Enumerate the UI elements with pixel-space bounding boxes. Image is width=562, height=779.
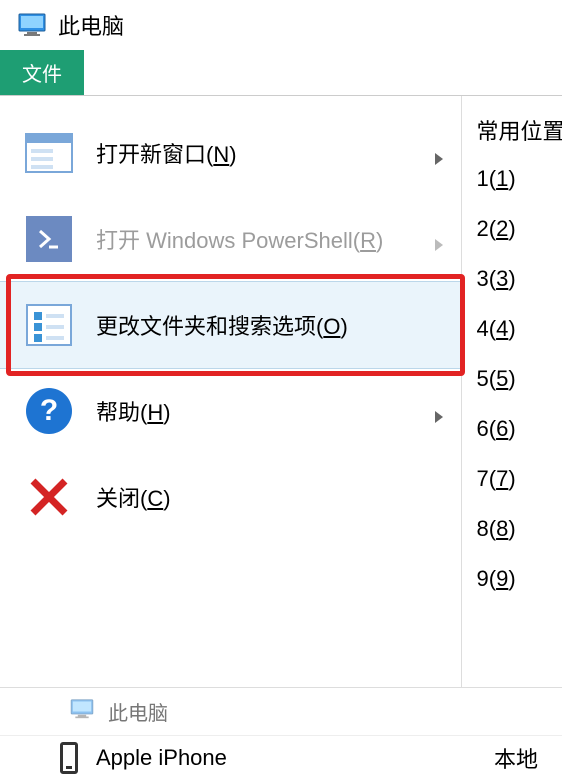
close-icon xyxy=(22,470,76,524)
nav-tree[interactable]: 此电脑 xyxy=(0,687,562,735)
phone-icon xyxy=(60,742,78,774)
frequent-item-6[interactable]: 6(6) xyxy=(476,404,562,454)
menu-item-label: 打开新窗口(N) xyxy=(96,137,433,169)
frequent-item-5[interactable]: 5(5) xyxy=(476,354,562,404)
menu-item-label: 更改文件夹和搜索选项(O) xyxy=(96,309,447,341)
menu-item-folder-search-options[interactable]: 更改文件夹和搜索选项(O) xyxy=(0,282,461,368)
frequent-item-7[interactable]: 7(7) xyxy=(476,454,562,504)
frequent-places-pane: 常用位置 1(1) 2(2) 3(3) 4(4) 5(5) 6(6) 7(7) … xyxy=(462,96,562,687)
frequent-item-8[interactable]: 8(8) xyxy=(476,504,562,554)
menu-item-open-new-window[interactable]: 打开新窗口(N) xyxy=(0,110,461,196)
powershell-icon xyxy=(22,212,76,266)
frequent-item-9[interactable]: 9(9) xyxy=(476,554,562,604)
frequent-item-3[interactable]: 3(3) xyxy=(476,254,562,304)
menu-item-label: 打开 Windows PowerShell(R) xyxy=(96,223,433,255)
menu-item-close[interactable]: 关闭(C) xyxy=(0,454,461,540)
section-label-local: 本地 xyxy=(494,742,538,774)
options-icon xyxy=(22,298,76,352)
chevron-right-icon xyxy=(433,404,447,418)
file-menu-dropdown: 打开新窗口(N) 打开 Windows PowerShell(R) 更改文件夹和… xyxy=(0,96,562,687)
menu-item-label: 关闭(C) xyxy=(96,481,447,513)
frequent-places-header: 常用位置 xyxy=(476,106,562,154)
tab-file-label: 文件 xyxy=(22,58,62,87)
chevron-right-icon xyxy=(433,232,447,246)
help-icon: ? xyxy=(22,384,76,438)
this-pc-icon xyxy=(18,13,46,37)
tab-file[interactable]: 文件 xyxy=(0,50,84,95)
new-window-icon xyxy=(22,126,76,180)
frequent-item-1[interactable]: 1(1) xyxy=(476,154,562,204)
menu-item-label: 帮助(H) xyxy=(96,395,433,427)
frequent-item-4[interactable]: 4(4) xyxy=(476,304,562,354)
window-title: 此电脑 xyxy=(58,9,124,41)
this-pc-icon xyxy=(70,699,94,725)
ribbon-tab-bar: 文件 xyxy=(0,50,562,96)
menu-item-open-powershell: 打开 Windows PowerShell(R) xyxy=(0,196,461,282)
nav-tree-node-label: 此电脑 xyxy=(108,697,168,726)
chevron-right-icon xyxy=(433,146,447,160)
content-row[interactable]: Apple iPhone 本地 xyxy=(0,735,562,779)
frequent-item-2[interactable]: 2(2) xyxy=(476,204,562,254)
menu-item-help[interactable]: ? 帮助(H) xyxy=(0,368,461,454)
device-name: Apple iPhone xyxy=(96,745,227,771)
window-titlebar: 此电脑 xyxy=(0,0,562,50)
file-menu-panel: 打开新窗口(N) 打开 Windows PowerShell(R) 更改文件夹和… xyxy=(0,96,462,687)
